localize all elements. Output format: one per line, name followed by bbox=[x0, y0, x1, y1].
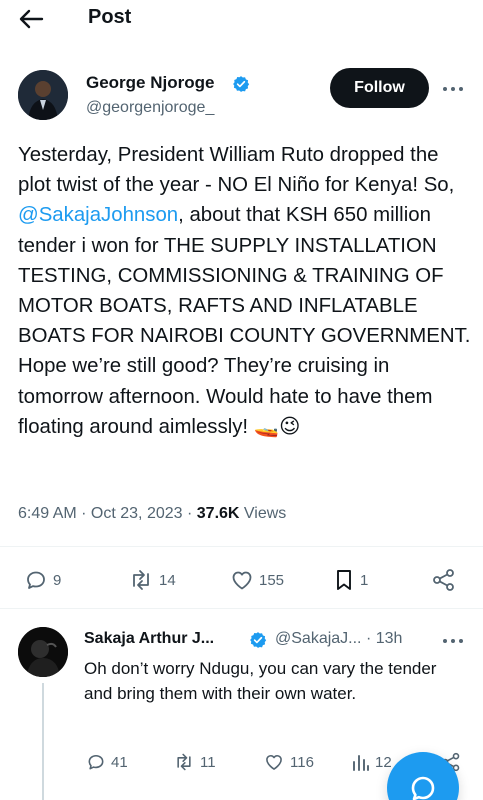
verified-badge-icon bbox=[249, 631, 267, 649]
thread-line bbox=[42, 683, 44, 800]
more-options-icon[interactable] bbox=[443, 84, 467, 94]
heart-icon bbox=[232, 571, 252, 590]
mention-link[interactable]: @SakajaJohnson bbox=[18, 204, 178, 226]
analytics-icon bbox=[353, 755, 369, 771]
tweet-text-part: , about that KSH 650 million tender i wo… bbox=[18, 204, 471, 438]
reply-repost-action[interactable]: 11 bbox=[173, 752, 216, 772]
share-action[interactable] bbox=[431, 568, 457, 592]
back-arrow-icon[interactable] bbox=[18, 8, 44, 30]
verified-badge-icon bbox=[232, 75, 250, 93]
author-avatar[interactable] bbox=[18, 70, 68, 120]
repost-icon bbox=[177, 753, 191, 771]
reply-more-options-icon[interactable] bbox=[443, 636, 467, 646]
views-count: 37.6K bbox=[196, 505, 240, 522]
reply-count: 9 bbox=[53, 571, 62, 589]
bookmark-count: 1 bbox=[360, 571, 369, 589]
reply-icon bbox=[27, 571, 45, 589]
repost-action[interactable]: 14 bbox=[128, 568, 176, 592]
bookmark-icon bbox=[337, 570, 351, 590]
reply-repost-count: 11 bbox=[200, 753, 216, 771]
reply-like-count: 116 bbox=[290, 753, 314, 771]
follow-button[interactable]: Follow bbox=[330, 68, 429, 108]
reply-author-name[interactable]: Sakaja Arthur J... bbox=[84, 630, 214, 648]
divider bbox=[0, 546, 483, 547]
reply-views-action[interactable]: 12 bbox=[352, 752, 392, 772]
reply-icon bbox=[88, 754, 104, 770]
tweet-text-part: Yesterday, President William Ruto droppe… bbox=[18, 144, 455, 197]
reply-author-avatar[interactable] bbox=[18, 627, 68, 677]
reply-text: Oh don’t worry Ndugu, you can vary the t… bbox=[84, 659, 437, 703]
compose-reply-icon bbox=[411, 776, 435, 800]
reply-reply-count: 41 bbox=[111, 753, 128, 771]
tweet-text: Yesterday, President William Ruto droppe… bbox=[18, 140, 473, 442]
author-handle[interactable]: @georgenjoroge_ bbox=[86, 99, 214, 117]
heart-icon bbox=[266, 754, 282, 770]
emoji: 🚤😉 bbox=[253, 415, 301, 438]
repost-icon bbox=[133, 570, 149, 590]
reply-reply-action[interactable]: 41 bbox=[86, 752, 128, 772]
like-count: 155 bbox=[259, 571, 285, 589]
repost-count: 14 bbox=[159, 571, 176, 589]
reply-like-action[interactable]: 116 bbox=[263, 752, 314, 772]
top-bar: Post bbox=[0, 0, 483, 40]
timestamp[interactable]: 6:49 AM · Oct 23, 2023 · bbox=[18, 505, 197, 522]
views-label: Views bbox=[239, 505, 287, 522]
bookmark-action[interactable]: 1 bbox=[333, 568, 368, 592]
like-action[interactable]: 155 bbox=[230, 568, 284, 592]
reply-author-handle[interactable]: @SakajaJ... · 13h bbox=[275, 630, 402, 648]
author-name[interactable]: George Njoroge bbox=[86, 73, 214, 93]
divider bbox=[0, 608, 483, 609]
compose-button[interactable] bbox=[387, 752, 459, 800]
share-icon bbox=[433, 569, 454, 591]
reply-action[interactable]: 9 bbox=[24, 568, 61, 592]
page-title: Post bbox=[88, 6, 132, 28]
tweet-meta: 6:49 AM · Oct 23, 2023 · 37.6K Views bbox=[18, 505, 286, 523]
